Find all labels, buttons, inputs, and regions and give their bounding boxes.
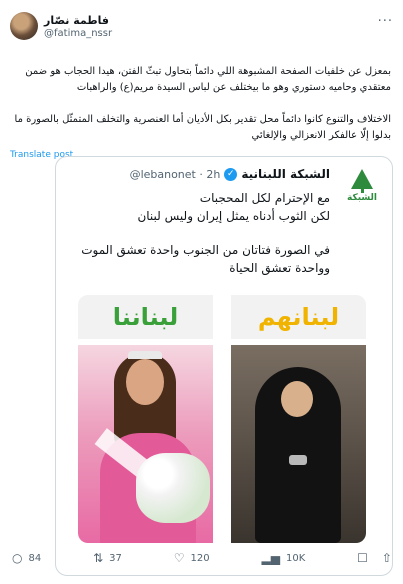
tweet-paragraph: الاختلاف والتنوع كانوا دائماً محل تقدير … — [14, 114, 391, 141]
repost-icon: ⇅ — [93, 551, 104, 565]
media-label-left: لبناننا — [78, 295, 213, 339]
quote-media[interactable]: لبناننا Miss لبنانهم — [78, 295, 366, 543]
author-handle[interactable]: @fatima_nssr — [44, 28, 112, 39]
bouquet — [136, 453, 210, 523]
quoted-tweet[interactable]: الشبكة @lebanonet · 2h ✓ الشبكة اللبناني… — [55, 156, 393, 576]
reply-count: 84 — [28, 552, 42, 564]
media-panel-left: لبناننا Miss — [78, 295, 213, 543]
bookmark-icon[interactable]: ☐ — [357, 552, 368, 564]
like-count: 120 — [190, 552, 210, 564]
ellipsis-icon[interactable]: ··· — [378, 14, 393, 29]
repost-count: 37 — [109, 552, 122, 564]
quote-display-name[interactable]: الشبكة اللبنانية — [241, 167, 330, 181]
quote-header: @lebanonet · 2h ✓ الشبكة اللبنانية — [130, 167, 330, 181]
photo-beauty-queen: Miss — [78, 345, 213, 543]
view-count: 10K — [285, 552, 306, 564]
views-icon: ▂▅ — [261, 551, 280, 565]
views-button[interactable]: ▂▅ 10K — [262, 552, 306, 564]
like-button[interactable]: ♡ 120 — [174, 552, 210, 564]
face — [281, 381, 313, 417]
author-names: فاطمة نصّار @fatima_nssr — [44, 14, 112, 39]
heart-icon: ♡ — [173, 551, 185, 565]
logo-text: الشبكة — [347, 193, 377, 203]
quote-paragraph: مع الإحترام لكل المحجبات لكن الثوب أدناه… — [137, 191, 330, 223]
repost-button[interactable]: ⇅ 37 — [93, 552, 122, 564]
tweet-text: بمعزل عن خلفيات الصفحة المشبوهة اللي دائ… — [10, 64, 393, 144]
quote-paragraph: في الصورة فتاتان من الجنوب واحدة تعشق ال… — [81, 243, 330, 275]
avatar[interactable] — [10, 12, 38, 40]
microphone — [289, 455, 307, 465]
media-label-right: لبنانهم — [231, 295, 366, 339]
media-panel-right: لبنانهم — [231, 295, 366, 543]
author[interactable]: فاطمة نصّار @fatima_nssr — [10, 12, 112, 40]
tiara — [128, 351, 162, 359]
face — [126, 359, 164, 405]
photo-woman-abaya — [231, 345, 366, 543]
reply-button[interactable]: ○ 84 — [12, 552, 41, 564]
action-right-group: ☐ ⇧ — [357, 552, 392, 564]
cedar-icon — [351, 169, 373, 189]
author-display-name[interactable]: فاطمة نصّار — [44, 14, 112, 27]
lebanonet-logo: الشبكة — [342, 169, 382, 209]
quote-handle[interactable]: @lebanonet · 2h — [130, 168, 221, 181]
tweet-header: فاطمة نصّار @fatima_nssr ··· — [10, 12, 393, 44]
quote-text: مع الإحترام لكل المحجبات لكن الثوب أدناه… — [70, 189, 330, 277]
verified-badge-icon: ✓ — [224, 167, 238, 181]
reply-icon: ○ — [12, 551, 23, 565]
action-bar: ○ 84 ⇅ 37 ♡ 120 ▂▅ 10K ☐ ⇧ — [12, 548, 392, 568]
share-icon[interactable]: ⇧ — [382, 552, 392, 564]
tweet-paragraph: بمعزل عن خلفيات الصفحة المشبوهة اللي دائ… — [25, 66, 391, 93]
